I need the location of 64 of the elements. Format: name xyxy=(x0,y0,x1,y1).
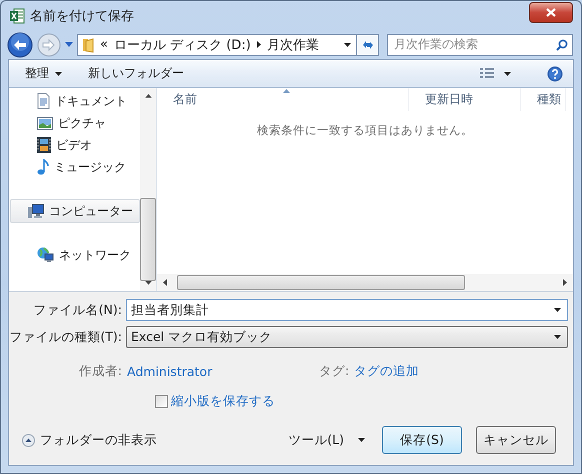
caret-icon xyxy=(344,42,351,46)
music-note-icon xyxy=(37,159,49,175)
caret-icon xyxy=(358,438,365,442)
nav-item[interactable]: ピクチャ xyxy=(9,114,140,132)
picture-icon xyxy=(37,116,53,130)
column-header[interactable]: 名前 xyxy=(157,88,409,111)
caret-icon xyxy=(55,72,62,76)
new-folder-button[interactable]: 新しいフォルダー xyxy=(88,65,184,82)
help-icon[interactable] xyxy=(547,66,563,82)
search-icon xyxy=(556,38,568,50)
spreadsheet-icon xyxy=(9,8,25,24)
scroll-up-arrow[interactable] xyxy=(144,94,152,98)
breadcrumb[interactable]: 月次作業 xyxy=(266,36,319,54)
column-header[interactable]: 更新日時 xyxy=(409,88,521,111)
nav-item[interactable]: ネットワーク xyxy=(9,246,140,264)
checkbox-label[interactable]: 縮小版を保存する xyxy=(171,393,275,410)
network-icon xyxy=(37,247,54,263)
nav-item[interactable]: ドキュメント xyxy=(9,92,140,110)
checkbox[interactable] xyxy=(155,395,168,408)
field-label: タグ: xyxy=(319,362,350,380)
horizontal-scrollbar[interactable] xyxy=(157,274,573,291)
chevron-icon xyxy=(256,41,261,48)
collapse-icon xyxy=(22,434,35,446)
field-label: ファイルの種類(T): xyxy=(9,328,123,346)
overflow-chevron[interactable]: « xyxy=(100,37,108,52)
tags-link[interactable]: タグの追加 xyxy=(354,362,420,380)
column-header[interactable]: 種類 xyxy=(521,88,566,111)
history-dropdown[interactable] xyxy=(65,42,73,47)
document-icon xyxy=(37,93,50,109)
hide-folders-button[interactable]: フォルダーの非表示 xyxy=(22,432,157,448)
nav-item[interactable]: ビデオ xyxy=(9,136,140,154)
scroll-left-arrow[interactable] xyxy=(163,279,167,286)
cancel-button[interactable]: キャンセル xyxy=(476,426,556,454)
window-title: 名前を付けて保存 xyxy=(30,8,135,24)
scroll-right-arrow[interactable] xyxy=(563,279,567,286)
caret-icon xyxy=(554,335,561,339)
nav-item[interactable]: ミュージック xyxy=(9,158,140,176)
vertical-scrollbar[interactable] xyxy=(140,88,157,291)
field-label: ファイル名(N): xyxy=(32,302,123,318)
view-menu[interactable] xyxy=(480,68,511,79)
search-field[interactable]: 月次作業の検索 xyxy=(387,34,573,56)
author-link[interactable]: Administrator xyxy=(127,364,319,378)
arrows-icon xyxy=(360,38,374,50)
caret-icon xyxy=(554,308,561,312)
scroll-down-arrow[interactable] xyxy=(144,281,152,285)
field-label: 作成者: xyxy=(78,362,123,380)
close-icon xyxy=(546,8,556,17)
organize-menu[interactable]: 整理 xyxy=(25,65,62,82)
breadcrumb[interactable]: ローカル ディスク (D:) xyxy=(114,36,251,54)
sort-arrow-icon xyxy=(282,89,290,93)
film-icon xyxy=(37,137,51,153)
address-bar[interactable]: « ローカル ディスク (D:) 月次作業 xyxy=(77,34,357,56)
file-type-dropdown[interactable]: Excel マクロ有効ブック xyxy=(126,326,568,348)
save-button[interactable]: 保存(S) xyxy=(382,426,462,454)
empty-message: 検索条件に一致する項目はありません。 xyxy=(256,122,474,139)
folder-icon xyxy=(82,36,94,52)
caret-icon xyxy=(504,72,511,76)
tools-menu[interactable]: ツール(L) xyxy=(288,432,365,448)
back-button[interactable] xyxy=(7,32,33,58)
refresh-button[interactable] xyxy=(357,34,379,56)
computer-icon xyxy=(28,204,44,218)
close-button[interactable] xyxy=(529,2,573,23)
filename-field[interactable]: 担当者別集計 xyxy=(126,299,568,321)
nav-item[interactable]: コンピューター xyxy=(10,199,140,223)
